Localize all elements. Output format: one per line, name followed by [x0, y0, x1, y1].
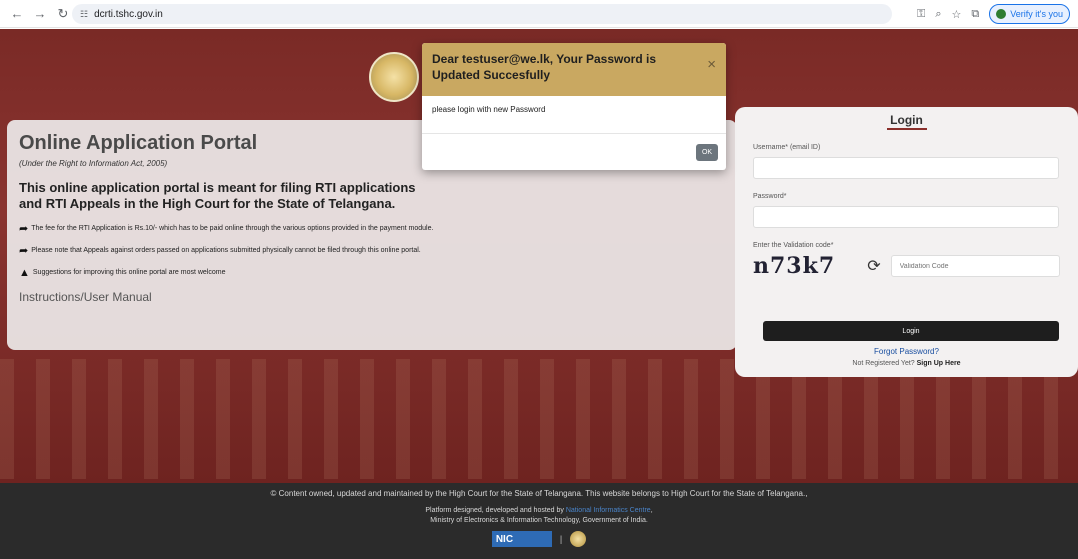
decorative-pattern [0, 359, 1078, 479]
login-button[interactable]: Login [763, 321, 1059, 341]
portal-lead-text: This online application portal is meant … [19, 180, 416, 211]
forgot-password-link[interactable]: Forgot Password? [753, 347, 1060, 356]
info-bullets: ➦ The fee for the RTI Application is Rs.… [19, 223, 725, 279]
refresh-captcha-icon[interactable]: ⟳ [867, 256, 880, 276]
username-label: Username* (email ID) [753, 144, 821, 151]
url-text: dcrti.tshc.gov.in [94, 8, 163, 20]
profile-avatar-icon [996, 9, 1007, 19]
ok-button[interactable]: OK [696, 143, 718, 161]
validation-label: Enter the Validation code* [753, 242, 834, 249]
logo-separator: | [559, 534, 563, 544]
nic-link[interactable]: National Informatics Centre [566, 507, 651, 514]
high-court-emblem-icon [369, 52, 419, 102]
modal-message: please login with new Password [422, 96, 726, 134]
nic-logo: NIC [491, 531, 552, 547]
footer-hosted-by: Platform designed, developed and hosted … [425, 507, 653, 514]
back-icon[interactable]: ← [8, 5, 26, 23]
list-item: ➦ The fee for the RTI Application is Rs.… [19, 223, 434, 235]
arrow-icon: ➦ [19, 245, 29, 257]
browser-toolbar: ← → ↻ ☷ dcrti.tshc.gov.in ⚿ ⌕ ☆ ⧉ Verify… [0, 0, 1078, 28]
user-manual-link[interactable]: Instructions/User Manual [19, 290, 725, 304]
modal-footer: OK [422, 134, 726, 170]
toolbar-actions: ⚿ ⌕ ☆ ⧉ Verify it's you [917, 4, 1070, 24]
sign-up-link[interactable]: Sign Up Here [917, 360, 961, 367]
zoom-icon[interactable]: ⌕ [935, 8, 941, 21]
modal-header: Dear testuser@we.lk, Your Password is Up… [422, 43, 726, 96]
verify-label: Verify it's you [1010, 9, 1063, 19]
key-icon[interactable]: ⚿ [917, 8, 925, 21]
captcha-image: n73k7 [753, 253, 836, 279]
extensions-icon[interactable]: ⧉ [971, 8, 979, 21]
forward-icon[interactable]: → [31, 5, 49, 23]
bookmark-star-icon[interactable]: ☆ [952, 8, 962, 21]
reload-icon[interactable]: ↻ [54, 5, 72, 23]
password-label: Password* [753, 193, 787, 200]
close-icon[interactable]: × [707, 51, 716, 88]
register-line: Not Registered Yet? Sign Up Here [852, 360, 961, 367]
site-settings-icon[interactable]: ☷ [80, 9, 88, 20]
high-court-emblem-icon [570, 531, 587, 547]
footer-copyright: © Content owned, updated and maintained … [270, 489, 808, 498]
address-bar[interactable]: ☷ dcrti.tshc.gov.in [72, 4, 892, 24]
username-input[interactable] [753, 157, 1059, 179]
verify-button[interactable]: Verify it's you [989, 4, 1070, 24]
footer-logos: NIC | [0, 531, 1078, 547]
thumbs-up-icon: ▲ [19, 267, 30, 279]
validation-code-input[interactable] [890, 255, 1060, 277]
password-input[interactable] [753, 206, 1059, 228]
login-card: Login Username* (email ID) Password* Ent… [735, 107, 1078, 377]
login-title: Login [890, 113, 923, 127]
modal-title: Dear testuser@we.lk, Your Password is Up… [432, 52, 657, 82]
page-footer: © Content owned, updated and maintained … [0, 483, 1078, 559]
password-updated-modal: Dear testuser@we.lk, Your Password is Up… [422, 43, 726, 170]
arrow-icon: ➦ [19, 223, 29, 235]
footer-ministry: Ministry of Electronics & Information Te… [430, 517, 648, 524]
captcha-row: n73k7 ⟳ [753, 253, 1060, 279]
list-item: ➦ Please note that Appeals against order… [19, 245, 421, 257]
list-item: ▲ Suggestions for improving this online … [19, 267, 226, 279]
title-underline [886, 128, 927, 130]
